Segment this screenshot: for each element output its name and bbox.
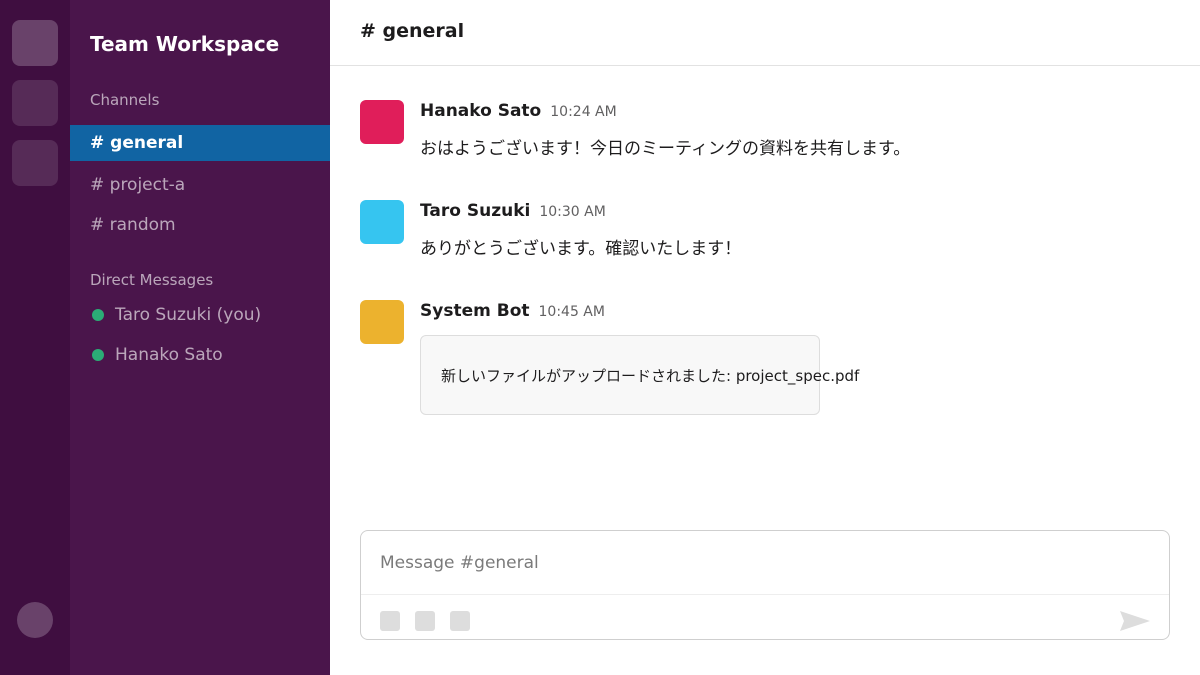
send-icon[interactable]: [1119, 610, 1151, 632]
workspace-name[interactable]: Team Workspace: [90, 32, 279, 56]
workspace-switcher-2[interactable]: [12, 80, 58, 126]
message-avatar[interactable]: [360, 300, 404, 344]
message-timestamp[interactable]: 10:30 AM: [539, 204, 605, 220]
format-icon[interactable]: [380, 611, 400, 631]
message-avatar[interactable]: [360, 100, 404, 144]
dm-item-label: Taro Suzuki (you): [115, 305, 262, 325]
dm-item-hanako-sato[interactable]: Hanako Sato: [70, 337, 330, 373]
dm-item-taro-suzuki[interactable]: Taro Suzuki (you): [70, 297, 330, 333]
message-header: Taro Suzuki 10:30 AM: [420, 201, 606, 221]
file-attachment-card[interactable]: 新しいファイルがアップロードされました: project_spec.pdf: [420, 335, 859, 415]
channel-item-random[interactable]: # random: [70, 207, 330, 243]
channel-header: # general: [330, 0, 1200, 66]
attachment-text: 新しいファイルがアップロードされました: project_spec.pdf: [441, 367, 860, 385]
online-status-icon: [92, 349, 104, 361]
channel-title[interactable]: # general: [360, 20, 464, 42]
message-header: System Bot 10:45 AM: [420, 301, 605, 321]
message-text: おはようございます！今日のミーティングの資料を共有します。: [420, 139, 911, 159]
message-timestamp[interactable]: 10:45 AM: [539, 304, 605, 320]
emoji-icon[interactable]: [450, 611, 470, 631]
channel-item-general[interactable]: # general: [70, 125, 330, 161]
message-author[interactable]: Taro Suzuki: [420, 201, 530, 221]
message-header: Hanako Sato 10:24 AM: [420, 101, 617, 121]
message-timestamp[interactable]: 10:24 AM: [550, 104, 616, 120]
main-panel: # general Hanako Sato 10:24 AM おはようございます…: [330, 0, 1200, 675]
dm-section-label[interactable]: Direct Messages: [90, 271, 213, 289]
workspace-switcher-1[interactable]: [12, 20, 58, 66]
message-composer: [360, 530, 1170, 640]
dm-item-label: Hanako Sato: [115, 345, 223, 365]
chat-app: Team Workspace Channels # general # proj…: [0, 0, 1200, 675]
user-avatar[interactable]: [17, 602, 53, 638]
message-avatar[interactable]: [360, 200, 404, 244]
message-author[interactable]: Hanako Sato: [420, 101, 541, 121]
workspace-rail: [0, 0, 70, 675]
attach-icon[interactable]: [415, 611, 435, 631]
message-author[interactable]: System Bot: [420, 301, 530, 321]
sidebar: Team Workspace Channels # general # proj…: [70, 0, 330, 675]
channels-section-label[interactable]: Channels: [90, 91, 159, 109]
message-text: ありがとうございます。確認いたします！: [420, 239, 742, 259]
channel-item-project-a[interactable]: # project-a: [70, 167, 330, 203]
message-input[interactable]: [361, 531, 1169, 595]
online-status-icon: [92, 309, 104, 321]
workspace-switcher-3[interactable]: [12, 140, 58, 186]
